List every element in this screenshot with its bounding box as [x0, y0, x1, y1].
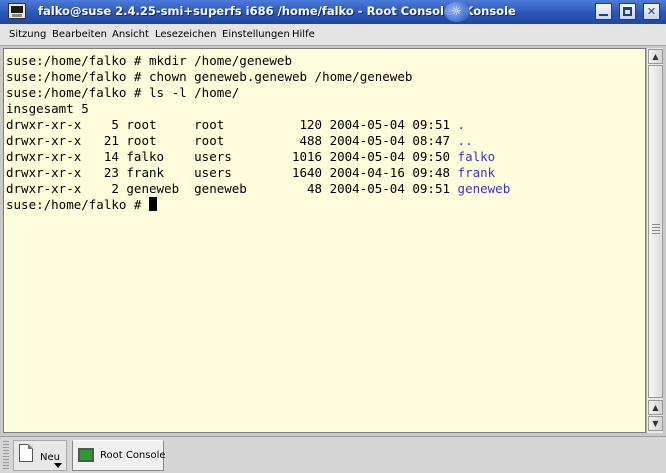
line-text: drwxr-xr-x 2 geneweb geneweb 48 2004-05-… [6, 181, 458, 196]
maximize-icon [623, 7, 632, 16]
terminal-line: suse:/home/falko # chown geneweb.geneweb… [6, 69, 412, 85]
new-session-label: Neu [40, 452, 60, 463]
session-tab-root-console[interactable]: Root Console [72, 440, 166, 471]
line-text: suse:/home/falko # chown geneweb.geneweb… [6, 69, 413, 84]
minimize-icon [599, 14, 608, 16]
terminal-line: suse:/home/falko # ls -l /home/ [6, 85, 239, 101]
arrow-up-icon: ▲ [652, 52, 659, 61]
prompt-text: suse:/home/falko # [6, 197, 149, 212]
dir-name: frank [457, 165, 496, 180]
terminal-line: drwxr-xr-x 23 frank users 1640 2004-04-1… [6, 165, 495, 181]
menu-sitzung[interactable]: Sitzung [9, 29, 46, 40]
minimize-button[interactable] [595, 3, 612, 20]
close-icon: ✕ [646, 5, 657, 18]
menubar: Sitzung Bearbeiten Ansicht Lesezeichen E… [0, 24, 666, 46]
line-text: insgesamt 5 [6, 101, 89, 116]
prompt-line[interactable]: suse:/home/falko # [6, 197, 157, 213]
line-text: drwxr-xr-x 14 falko users 1016 2004-05-0… [6, 149, 458, 164]
dir-name: geneweb [457, 181, 511, 196]
new-session-button[interactable]: Neu [13, 440, 67, 471]
konsole-session-icon [78, 448, 94, 462]
line-text: drwxr-xr-x 5 root root 120 2004-05-04 09… [6, 117, 458, 132]
line-text: drwxr-xr-x 23 frank users 1640 2004-04-1… [6, 165, 458, 180]
terminal-line: drwxr-xr-x 2 geneweb geneweb 48 2004-05-… [6, 181, 510, 197]
dropdown-arrow-icon[interactable] [54, 463, 62, 468]
terminal-line: drwxr-xr-x 5 root root 120 2004-05-04 09… [6, 117, 465, 133]
arrow-down-icon: ▼ [652, 419, 659, 428]
decoration-icon: ☼ [444, 2, 470, 22]
menu-hilfe[interactable]: Hilfe [292, 29, 315, 40]
terminal-line: insgesamt 5 [6, 101, 89, 117]
menu-lesezeichen[interactable]: Lesezeichen [155, 29, 216, 40]
terminal-app-icon[interactable] [8, 3, 26, 19]
session-tab-bar: Neu Root Console [0, 436, 666, 473]
dir-name: . [457, 117, 466, 132]
scrollbar-thumb[interactable] [648, 65, 663, 398]
dir-name: .. [457, 133, 473, 148]
dir-name: falko [457, 149, 496, 164]
toolbar-grip-icon[interactable] [3, 441, 9, 469]
new-document-icon [19, 444, 33, 462]
line-text: suse:/home/falko # mkdir /home/geneweb [6, 53, 292, 68]
maximize-button[interactable] [619, 3, 636, 20]
line-text: suse:/home/falko # ls -l /home/ [6, 85, 240, 100]
vertical-scrollbar[interactable]: ▲ ▲ ▼ [646, 48, 663, 433]
menu-einstellungen[interactable]: Einstellungen [222, 29, 290, 40]
scroll-down-button[interactable]: ▼ [648, 416, 663, 431]
terminal-line: drwxr-xr-x 21 root root 488 2004-05-04 0… [6, 133, 473, 149]
text-cursor [149, 197, 157, 211]
title-bar: falko@suse 2.4.25-smi+superfs i686 /home… [0, 0, 666, 24]
terminal-output[interactable]: suse:/home/falko # mkdir /home/geneweb s… [3, 48, 646, 433]
scroll-up-button[interactable]: ▲ [648, 49, 663, 64]
menu-ansicht[interactable]: Ansicht [112, 29, 149, 40]
terminal-line: suse:/home/falko # mkdir /home/geneweb [6, 53, 292, 69]
scroll-up-button-lower[interactable]: ▲ [648, 400, 663, 415]
line-text: drwxr-xr-x 21 root root 488 2004-05-04 0… [6, 133, 458, 148]
arrow-up-icon: ▲ [652, 403, 659, 412]
terminal-line: drwxr-xr-x 14 falko users 1016 2004-05-0… [6, 149, 495, 165]
close-button[interactable]: ✕ [643, 3, 660, 20]
menu-bearbeiten[interactable]: Bearbeiten [52, 29, 107, 40]
grip-icon [652, 224, 660, 236]
session-tab-label: Root Console [100, 450, 166, 461]
